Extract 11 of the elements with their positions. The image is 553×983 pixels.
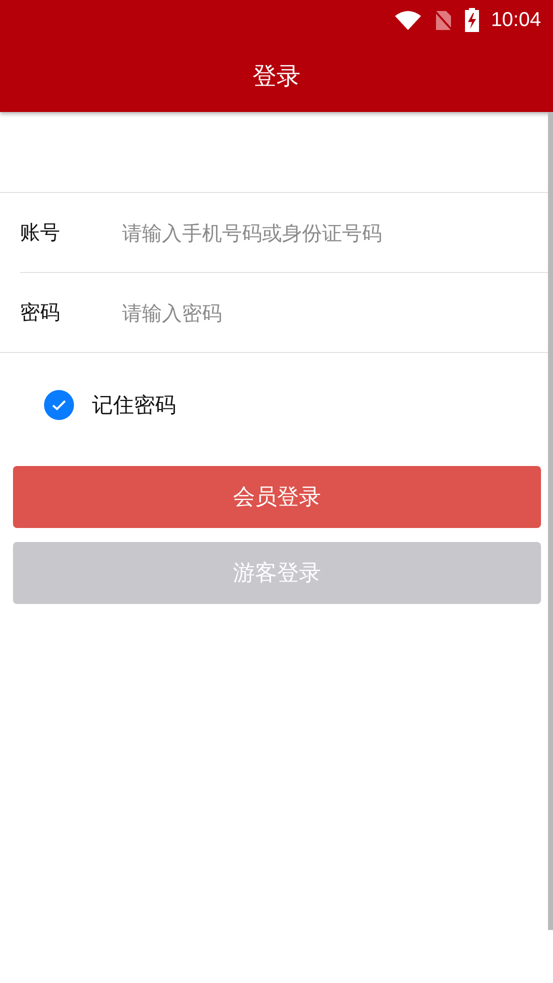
input-field[interactable]: 请输入密码: [122, 298, 545, 328]
page-title: 登录: [252, 61, 300, 92]
field-label: 账号: [20, 219, 61, 246]
battery-charging-icon: [464, 8, 479, 32]
status-time: 10:04: [490, 8, 541, 32]
checkbox[interactable]: [44, 390, 74, 420]
wifi-icon: [394, 10, 421, 30]
checkbox-label: 记住密码: [92, 392, 176, 419]
field-label: 密码: [20, 299, 61, 326]
member-login-button[interactable]: 会员登录: [13, 466, 541, 528]
input-field[interactable]: 请输入手机号码或身份证号码: [122, 218, 545, 248]
